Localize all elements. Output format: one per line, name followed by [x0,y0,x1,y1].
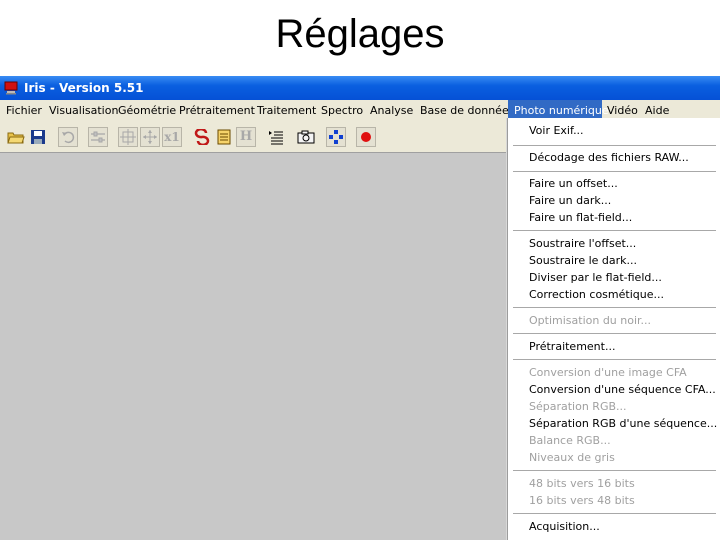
menu-item-48-vers-16-bits[interactable]: 48 bits vers 16 bits [529,475,635,492]
list-icon[interactable] [266,127,286,147]
menu-geometrie[interactable]: Géométrie [112,100,182,122]
sliders-icon[interactable] [88,127,108,147]
menu-item-acquisition[interactable]: Acquisition... [529,518,600,535]
menu-separator [513,333,716,334]
app-monitor-icon[interactable] [4,80,18,95]
menu-item-balance-rgb[interactable]: Balance RGB... [529,432,611,449]
blue-diamond-icon[interactable] [326,127,346,147]
menu-separator [513,171,716,172]
menu-item-faire-dark[interactable]: Faire un dark... [529,192,611,209]
window-title: Iris - Version 5.51 [24,81,144,95]
menu-separator [513,470,716,471]
menu-item-decodage-raw[interactable]: Décodage des fichiers RAW... [529,149,689,166]
menu-item-optimisation-noir[interactable]: Optimisation du noir... [529,312,651,329]
menu-separator [513,230,716,231]
menu-item-faire-offset[interactable]: Faire un offset... [529,175,618,192]
menu-separator [513,359,716,360]
menu-base-de-donnees[interactable]: Base de données [414,100,520,122]
menu-traitement[interactable]: Traitement [251,100,322,122]
menu-item-separation-rgb-sequence[interactable]: Séparation RGB d'une séquence... [529,415,717,432]
menu-item-pretraitement[interactable]: Prétraitement... [529,338,615,355]
camera-icon[interactable] [296,127,316,147]
slide-title: Réglages [275,12,445,56]
image-workspace[interactable] [0,153,507,540]
menu-item-diviser-flat[interactable]: Diviser par le flat-field... [529,269,662,286]
menu-item-voir-exif[interactable]: Voir Exif... [529,122,584,139]
move-arrows-icon[interactable] [140,127,160,147]
menu-item-correction-cosmetique[interactable]: Correction cosmétique... [529,286,664,303]
window-titlebar[interactable]: Iris - Version 5.51 [0,76,720,100]
undo-icon[interactable] [58,127,78,147]
menu-analyse[interactable]: Analyse [364,100,419,122]
zoom-x1-icon[interactable]: x1 [162,127,182,147]
menu-item-separation-rgb[interactable]: Séparation RGB... [529,398,627,415]
menu-pretraitement[interactable]: Prétraitement [173,100,261,122]
notepad-icon[interactable] [214,127,234,147]
menu-item-soustraire-offset[interactable]: Soustraire l'offset... [529,235,636,252]
open-folder-icon[interactable] [6,127,26,147]
menu-fichier[interactable]: Fichier [0,100,48,122]
menu-separator [513,145,716,146]
red-record-icon[interactable] [356,127,376,147]
menu-item-conversion-cfa[interactable]: Conversion d'une image CFA [529,364,687,381]
menu-item-niveaux-gris[interactable]: Niveaux de gris [529,449,615,466]
red-s-icon[interactable] [192,127,212,147]
menu-spectro[interactable]: Spectro [315,100,369,122]
select-crosshair-icon[interactable] [118,127,138,147]
header-h-icon[interactable]: H [236,127,256,147]
menu-item-conversion-sequence-cfa[interactable]: Conversion d'une séquence CFA... [529,381,716,398]
menu-separator [513,307,716,308]
menu-item-16-vers-48-bits[interactable]: 16 bits vers 48 bits [529,492,635,509]
menu-item-faire-flat[interactable]: Faire un flat-field... [529,209,632,226]
save-disk-icon[interactable] [28,127,48,147]
menu-item-soustraire-dark[interactable]: Soustraire le dark... [529,252,637,269]
photo-numerique-dropdown: Voir Exif... Décodage des fichiers RAW..… [507,118,720,540]
menu-separator [513,513,716,514]
